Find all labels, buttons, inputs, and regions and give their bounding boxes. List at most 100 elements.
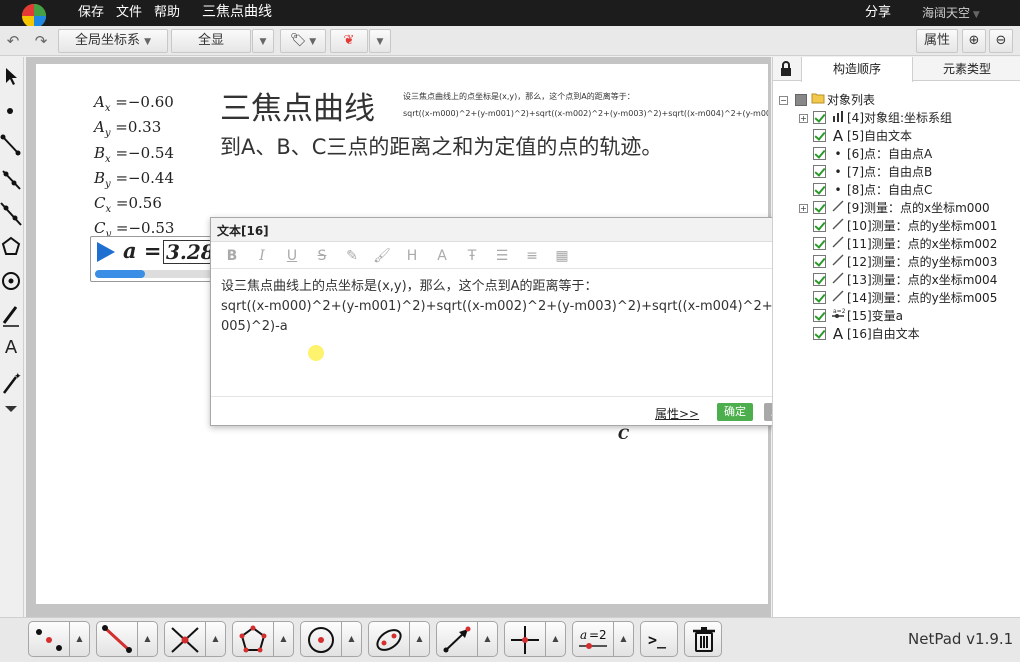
circle-tool-icon[interactable]	[0, 267, 22, 295]
zoom-out-button[interactable]: ⊖	[989, 29, 1013, 53]
tree-item[interactable]: a=2 [15]变量a	[773, 307, 1020, 325]
intersection-tool-button[interactable]	[164, 621, 206, 657]
tree-item[interactable]: + [4]对象组:坐标系组	[773, 109, 1020, 127]
style-button[interactable]: ❦	[330, 29, 368, 53]
style-dropdown[interactable]: ▼	[369, 29, 391, 53]
tree-item[interactable]: − 对象列表	[773, 91, 1020, 109]
menu-help[interactable]: 帮助	[154, 0, 180, 26]
visibility-checkbox[interactable]	[813, 309, 826, 322]
visibility-checkbox[interactable]	[813, 183, 826, 196]
circle-tool-dropdown[interactable]: ▲	[342, 621, 362, 657]
coord-system-dropdown[interactable]: 全局坐标系 ▼	[58, 29, 168, 53]
points-tool-dropdown[interactable]: ▲	[70, 621, 90, 657]
user-menu[interactable]: 海阔天空 ▼	[922, 0, 980, 26]
tab-construction-order[interactable]: 构造顺序	[801, 57, 913, 82]
segment-tool-button[interactable]	[96, 621, 138, 657]
vector-tool-button[interactable]	[436, 621, 478, 657]
points-tool-button[interactable]	[28, 621, 70, 657]
menu-file[interactable]: 文件	[116, 0, 142, 26]
visibility-checkbox[interactable]	[813, 165, 826, 178]
visibility-checkbox[interactable]	[813, 237, 826, 250]
measure-bx[interactable]: Bx =−0.54	[94, 144, 174, 165]
tree-item[interactable]: [14]测量：点的y坐标m005	[773, 289, 1020, 307]
polygon-tool-button[interactable]	[232, 621, 274, 657]
tree-item[interactable]: A [16]自由文本	[773, 325, 1020, 343]
tree-item[interactable]: • [8]点：自由点C	[773, 181, 1020, 199]
tree-item[interactable]: • [7]点：自由点B	[773, 163, 1020, 181]
dialog-titlebar[interactable]: 文本[16] ×	[211, 218, 809, 242]
circle-tool-button[interactable]	[300, 621, 342, 657]
visibility-checkbox[interactable]	[813, 255, 826, 268]
more-tools-icon[interactable]	[0, 399, 22, 427]
measure-ax[interactable]: Ax =−0.60	[94, 93, 174, 114]
tree-item[interactable]: [11]测量：点的x坐标m002	[773, 235, 1020, 253]
delete-button[interactable]	[684, 621, 722, 657]
align-icon[interactable]: ≡	[523, 247, 541, 265]
expand-toggle-icon[interactable]: +	[799, 114, 808, 123]
italic-icon[interactable]: I	[253, 247, 271, 265]
menu-save[interactable]: 保存	[78, 0, 104, 26]
tree-item[interactable]: A [5]自由文本	[773, 127, 1020, 145]
ok-button[interactable]: 确定	[717, 403, 753, 421]
show-all-button[interactable]: 全显	[171, 29, 251, 53]
tree-item[interactable]: [13]测量：点的x坐标m004	[773, 271, 1020, 289]
expand-toggle-icon[interactable]: −	[779, 96, 788, 105]
tree-item[interactable]: [10]测量：点的y坐标m001	[773, 217, 1020, 235]
transform-tool-button[interactable]	[504, 621, 546, 657]
segment-tool-dropdown[interactable]: ▲	[138, 621, 158, 657]
intersection-tool-dropdown[interactable]: ▲	[206, 621, 226, 657]
font-color-icon[interactable]: A	[433, 247, 451, 265]
visibility-checkbox[interactable]	[813, 291, 826, 304]
visibility-checkbox[interactable]	[813, 201, 826, 214]
zoom-in-button[interactable]: ⊕	[962, 29, 986, 53]
lock-icon[interactable]	[777, 60, 795, 78]
text-editor-area[interactable]: 设三焦点曲线上的点坐标是(x,y)，那么，这个点到A的距离等于： sqrt((x…	[221, 277, 803, 337]
undo-icon[interactable]: ↶	[2, 29, 24, 53]
brush-icon[interactable]: 🖌	[373, 247, 391, 265]
measure-by[interactable]: By =−0.44	[94, 169, 174, 190]
bold-icon[interactable]: B	[223, 247, 241, 265]
measure-cx[interactable]: Cx =0.56	[94, 194, 162, 215]
polygon-tool-dropdown[interactable]: ▲	[274, 621, 294, 657]
visibility-checkbox[interactable]	[813, 111, 826, 124]
conic-tool-dropdown[interactable]: ▲	[410, 621, 430, 657]
tree-item[interactable]: [12]测量：点的y坐标m003	[773, 253, 1020, 271]
properties-link[interactable]: 属性>>	[655, 405, 699, 422]
free-text-16[interactable]: 设三焦点曲线上的点坐标是(x,y)，那么，这个点到A的距离等于： sqrt((x…	[403, 88, 768, 122]
redo-icon[interactable]: ↷	[30, 29, 52, 53]
visibility-checkbox[interactable]	[813, 147, 826, 160]
heading-icon[interactable]: H	[403, 247, 421, 265]
transform-tool-dropdown[interactable]: ▲	[546, 621, 566, 657]
vector-tool-dropdown[interactable]: ▲	[478, 621, 498, 657]
text-tool-icon[interactable]: A	[0, 337, 22, 365]
visibility-checkbox[interactable]	[813, 327, 826, 340]
measure-ay[interactable]: Ay =0.33	[94, 118, 161, 139]
polygon-tool-icon[interactable]	[0, 233, 22, 261]
tab-element-type[interactable]: 元素类型	[913, 57, 1020, 81]
share-button[interactable]: 分享	[865, 0, 891, 26]
strikethrough-icon[interactable]: S	[313, 247, 331, 265]
slider-track[interactable]	[95, 270, 215, 278]
pen-tool-icon[interactable]	[0, 301, 22, 329]
table-icon[interactable]: ▦	[553, 247, 571, 265]
line-tool-icon[interactable]	[0, 199, 22, 227]
variable-tool-dropdown[interactable]: ▲	[614, 621, 634, 657]
canvas-subtitle[interactable]: 到A、B、C三点的距离之和为定值的点的轨迹。	[220, 131, 662, 161]
tree-item[interactable]: + [9]测量：点的x坐标m000	[773, 199, 1020, 217]
ray-tool-icon[interactable]	[0, 165, 22, 193]
conic-tool-button[interactable]	[368, 621, 410, 657]
variable-tool-button[interactable]: a =2	[572, 621, 614, 657]
expand-toggle-icon[interactable]: +	[799, 204, 808, 213]
segment-tool-icon[interactable]	[0, 131, 22, 159]
select-arrow-icon[interactable]	[0, 63, 22, 91]
tag-dropdown[interactable]: 🏷 ▼	[280, 29, 326, 53]
highlight-icon[interactable]: ✎	[343, 247, 361, 265]
visibility-checkbox[interactable]	[813, 129, 826, 142]
partial-checkbox[interactable]	[795, 94, 807, 106]
command-line-button[interactable]: >_	[640, 621, 678, 657]
point-tool-icon[interactable]	[0, 97, 22, 125]
underline-icon[interactable]: U	[283, 247, 301, 265]
list-icon[interactable]: ☰	[493, 247, 511, 265]
tree-item[interactable]: • [6]点：自由点A	[773, 145, 1020, 163]
font-size-icon[interactable]: Ŧ	[463, 247, 481, 265]
